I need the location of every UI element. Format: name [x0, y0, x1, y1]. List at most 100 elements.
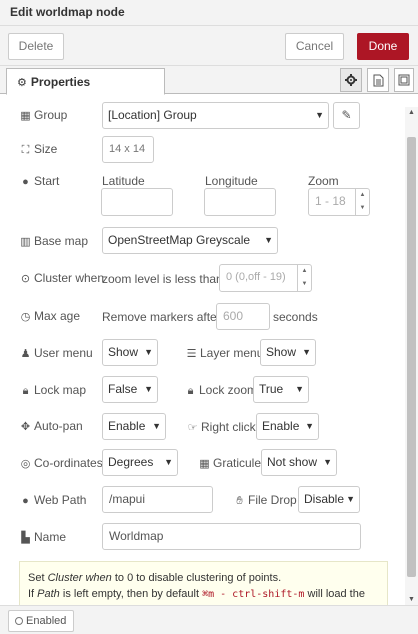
zoom-label: Zoom	[308, 174, 339, 188]
done-button[interactable]: Done	[357, 33, 409, 60]
layermenu-select-value: Show	[266, 345, 297, 359]
arrows-icon: ✥	[20, 421, 31, 433]
zoom-placeholder: 1 - 18	[315, 194, 346, 208]
document-icon	[373, 74, 383, 86]
group-select[interactable]: [Location] Group ▼	[102, 102, 329, 129]
delete-button[interactable]: Delete	[8, 33, 64, 60]
rightclick-select[interactable]: Enable ▼	[256, 413, 319, 440]
spin-down-icon[interactable]: ▼	[356, 202, 369, 215]
autopan-select[interactable]: Enable ▼	[102, 413, 166, 440]
filedrop-label: ✋︎ File Drop	[233, 493, 296, 508]
coords-select-value: Degrees	[108, 455, 154, 469]
tab-properties-label: Properties	[30, 75, 91, 89]
chevron-down-icon: ▼	[346, 494, 355, 504]
layermenu-label: ☰ Layer menu	[186, 346, 264, 360]
tab-properties[interactable]: ⚙ Properties	[6, 68, 165, 95]
graticule-select-value: Not show	[267, 455, 318, 469]
basemap-select-value: OpenStreetMap Greyscale	[108, 233, 251, 247]
tip-line-1: Set Cluster when to 0 to disable cluster…	[28, 572, 282, 584]
resize-icon: ⛶	[21, 144, 30, 156]
coords-select[interactable]: Degrees ▼	[102, 449, 178, 476]
lockzoom-select[interactable]: True ▼	[253, 376, 309, 403]
usermenu-select-value: Show	[108, 345, 139, 359]
maxage-label: ◷ Max age	[20, 309, 81, 323]
name-label: ▙ Name	[19, 530, 66, 544]
scrollbar-thumb[interactable]	[407, 137, 416, 577]
lockmap-select-value: False	[108, 382, 138, 396]
clock-icon: ◷	[20, 311, 31, 323]
hand-pointer-icon: ☞	[187, 422, 198, 434]
dialog-title: Edit worldmap node	[10, 5, 125, 19]
webpath-input[interactable]: /mapui	[102, 486, 213, 513]
scroll-up-icon[interactable]: ▲	[405, 109, 418, 116]
grid-icon: ▦	[199, 458, 210, 470]
globe-icon: ●	[22, 495, 29, 507]
chevron-down-icon: ▼	[152, 421, 161, 431]
start-label: ● Start	[19, 174, 59, 188]
zoom-input[interactable]: 1 - 18 ▲ ▼	[308, 188, 370, 216]
chevron-down-icon: ▼	[144, 347, 153, 357]
chevron-down-icon: ▼	[264, 235, 273, 245]
dot-circle-icon: ⊙	[20, 273, 31, 285]
longitude-input[interactable]	[204, 188, 276, 216]
enabled-label: Enabled	[26, 615, 67, 627]
circle-icon	[15, 617, 23, 625]
chevron-down-icon: ▼	[315, 110, 324, 120]
latitude-label: Latitude	[102, 174, 145, 188]
chevron-down-icon: ▼	[305, 421, 314, 431]
spin-down-icon[interactable]: ▼	[298, 278, 311, 291]
scroll-down-icon[interactable]: ▼	[405, 596, 418, 603]
tab-appearance[interactable]	[394, 68, 414, 92]
dialog-footer: Enabled	[0, 605, 418, 634]
chevron-down-icon: ▼	[302, 347, 311, 357]
webpath-label: ● Web Path	[19, 493, 86, 507]
size-button[interactable]: 14 x 14	[102, 136, 154, 163]
usermenu-label: ♟ User menu	[20, 346, 93, 360]
filedrop-select[interactable]: Disable ▼	[298, 486, 360, 513]
autopan-label: ✥ Auto-pan	[20, 419, 83, 433]
cluster-spinner[interactable]: ▲ ▼	[297, 265, 311, 291]
tab-bar: ⚙ Properties	[0, 66, 418, 95]
tab-settings[interactable]	[340, 68, 362, 92]
chevron-down-icon: ▼	[164, 457, 173, 467]
rightclick-select-value: Enable	[262, 419, 300, 433]
lockmap-select[interactable]: False ▼	[102, 376, 158, 403]
graticule-select[interactable]: Not show ▼	[261, 449, 337, 476]
tip-line-2: If Path is left empty, then by default ⌘…	[28, 588, 365, 600]
chevron-down-icon: ▼	[144, 384, 153, 394]
usermenu-select[interactable]: Show ▼	[102, 339, 158, 366]
map-icon: ▥	[20, 236, 31, 248]
gear-icon: ⚙	[17, 77, 27, 89]
coords-label: ◎ Co-ordinates	[20, 456, 103, 470]
cluster-placeholder: 0 (0,off - 19)	[226, 271, 286, 283]
size-label: ⛶ Size	[19, 142, 58, 157]
user-icon: ♟	[20, 348, 31, 360]
cluster-label: ⊙ Cluster when	[20, 271, 105, 285]
cancel-button[interactable]: Cancel	[285, 33, 344, 60]
name-input[interactable]: Worldmap	[102, 523, 361, 550]
tab-description[interactable]	[367, 68, 389, 92]
maxage-unit: seconds	[273, 310, 318, 324]
appearance-icon	[398, 74, 410, 86]
basemap-select[interactable]: OpenStreetMap Greyscale ▼	[102, 227, 278, 254]
maxage-text: Remove markers after	[102, 310, 221, 324]
basemap-label: ▥ Base map	[20, 234, 89, 248]
chevron-down-icon: ▼	[295, 384, 304, 394]
zoom-spinner[interactable]: ▲ ▼	[355, 189, 369, 215]
dialog-button-bar: Delete Cancel Done	[0, 26, 418, 66]
enabled-toggle[interactable]: Enabled	[8, 610, 74, 632]
help-tip: Set Cluster when to 0 to disable cluster…	[19, 561, 388, 605]
edit-group-button[interactable]: ✎	[333, 102, 360, 129]
chevron-down-icon: ▼	[323, 457, 332, 467]
form-scrollbar[interactable]: ▲ ▼	[405, 107, 418, 605]
properties-form: ▦ Group [Location] Group ▼ ✎ ⛶ Size 14 x 14…	[0, 95, 405, 605]
latitude-input[interactable]	[101, 188, 173, 216]
globe-icon: ●	[22, 176, 29, 188]
group-label: ▦ Group	[20, 108, 68, 122]
layermenu-select[interactable]: Show ▼	[260, 339, 316, 366]
longitude-label: Longitude	[205, 174, 258, 188]
graticule-label: ▦ Graticule	[199, 456, 262, 470]
cluster-input[interactable]: 0 (0,off - 19) ▲ ▼	[219, 264, 312, 292]
gear-icon	[345, 74, 357, 86]
maxage-input[interactable]: 600	[216, 303, 270, 330]
